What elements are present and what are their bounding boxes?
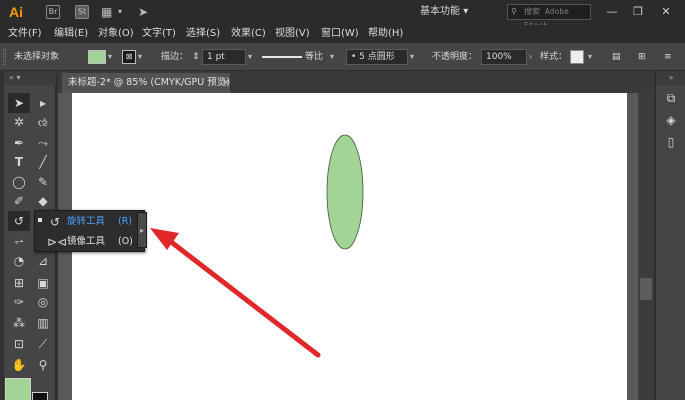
reflect-icon: ⊳⊲	[47, 235, 68, 249]
vertical-scrollbar[interactable]	[638, 93, 654, 400]
properties-icon[interactable]: ⧉	[662, 89, 680, 107]
leaf-ellipse-shape[interactable]	[326, 134, 364, 250]
vertical-scroll-thumb[interactable]	[640, 278, 652, 300]
flyout-item-label: 旋转工具	[67, 216, 106, 227]
flyout-item-shortcut: (R)	[118, 216, 133, 227]
flyout-item-label: 镜像工具	[67, 236, 106, 247]
layers-icon[interactable]: ◈	[662, 111, 680, 129]
panel-collapse-icon[interactable]: »	[656, 71, 685, 85]
tear-off-handle[interactable]: ▸	[137, 212, 147, 248]
flyout-item-rotate[interactable]: ↺ 旋转工具 (R)	[35, 212, 146, 232]
libraries-icon[interactable]: ▯	[662, 133, 680, 151]
annotation-arrow	[150, 228, 321, 358]
flyout-item-shortcut: (O)	[118, 236, 133, 247]
active-indicator	[38, 218, 42, 222]
flyout-item-reflect[interactable]: ⊳⊲ 镜像工具 (O)	[35, 232, 146, 252]
rotate-tool-flyout: ↺ 旋转工具 (R) ⊳⊲ 镜像工具 (O)	[34, 210, 145, 252]
right-panel-dock: » ⧉ ◈ ▯	[655, 71, 685, 400]
canvas-overlay	[150, 134, 364, 358]
rotate-icon: ↺	[49, 215, 61, 229]
